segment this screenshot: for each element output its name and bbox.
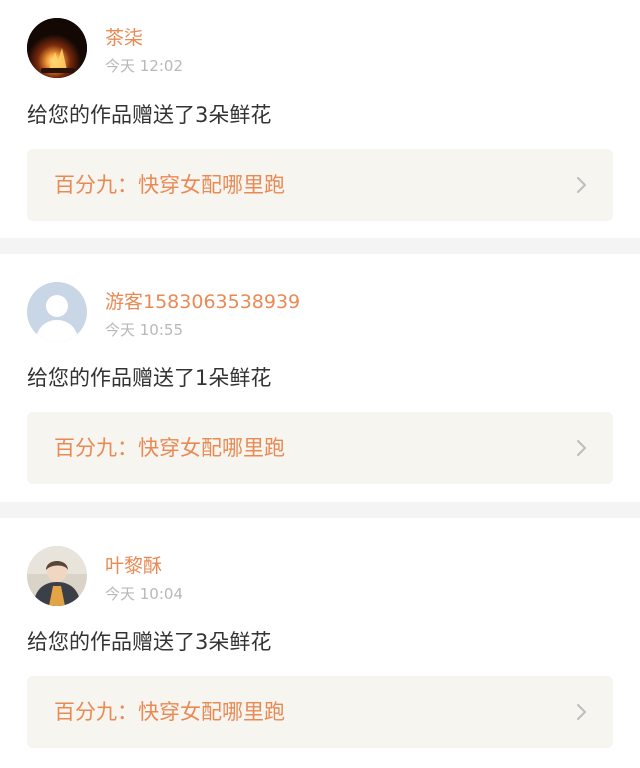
user-avatar-person[interactable]	[27, 546, 87, 606]
work-link[interactable]: 百分九：快穿女配哪里跑	[27, 412, 613, 484]
notification-card: 茶柒 今天 12:02 给您的作品赠送了3朵鲜花 百分九：快穿女配哪里跑	[0, 0, 640, 238]
work-title: 百分九：快穿女配哪里跑	[54, 173, 285, 197]
username[interactable]: 游客1583063538939	[105, 290, 300, 314]
gift-notification-feed: 茶柒 今天 12:02 给您的作品赠送了3朵鲜花 百分九：快穿女配哪里跑 游客1…	[0, 0, 640, 768]
notification-card: 叶黎酥 今天 10:04 给您的作品赠送了3朵鲜花 百分九：快穿女配哪里跑	[0, 518, 640, 768]
user-avatar-campfire[interactable]	[27, 18, 87, 78]
person-photo-icon	[27, 546, 87, 606]
section-divider	[0, 238, 640, 254]
default-user-icon	[27, 282, 87, 342]
timestamp: 今天 10:04	[105, 585, 183, 603]
work-title: 百分九：快穿女配哪里跑	[54, 436, 285, 460]
username[interactable]: 叶黎酥	[105, 554, 162, 578]
user-avatar-default[interactable]	[27, 282, 87, 342]
chevron-right-icon	[571, 438, 591, 458]
notification-card: 游客1583063538939 今天 10:55 给您的作品赠送了1朵鲜花 百分…	[0, 254, 640, 502]
chevron-right-icon	[571, 175, 591, 195]
timestamp: 今天 10:55	[105, 321, 183, 339]
gift-message: 给您的作品赠送了3朵鲜花	[27, 103, 272, 127]
work-title: 百分九：快穿女配哪里跑	[54, 700, 285, 724]
work-link[interactable]: 百分九：快穿女配哪里跑	[27, 676, 613, 748]
campfire-photo-icon	[27, 18, 87, 78]
gift-message: 给您的作品赠送了1朵鲜花	[27, 366, 272, 390]
section-divider	[0, 502, 640, 518]
username[interactable]: 茶柒	[105, 26, 143, 50]
chevron-right-icon	[571, 702, 591, 722]
work-link[interactable]: 百分九：快穿女配哪里跑	[27, 149, 613, 221]
timestamp: 今天 12:02	[105, 57, 183, 75]
gift-message: 给您的作品赠送了3朵鲜花	[27, 630, 272, 654]
